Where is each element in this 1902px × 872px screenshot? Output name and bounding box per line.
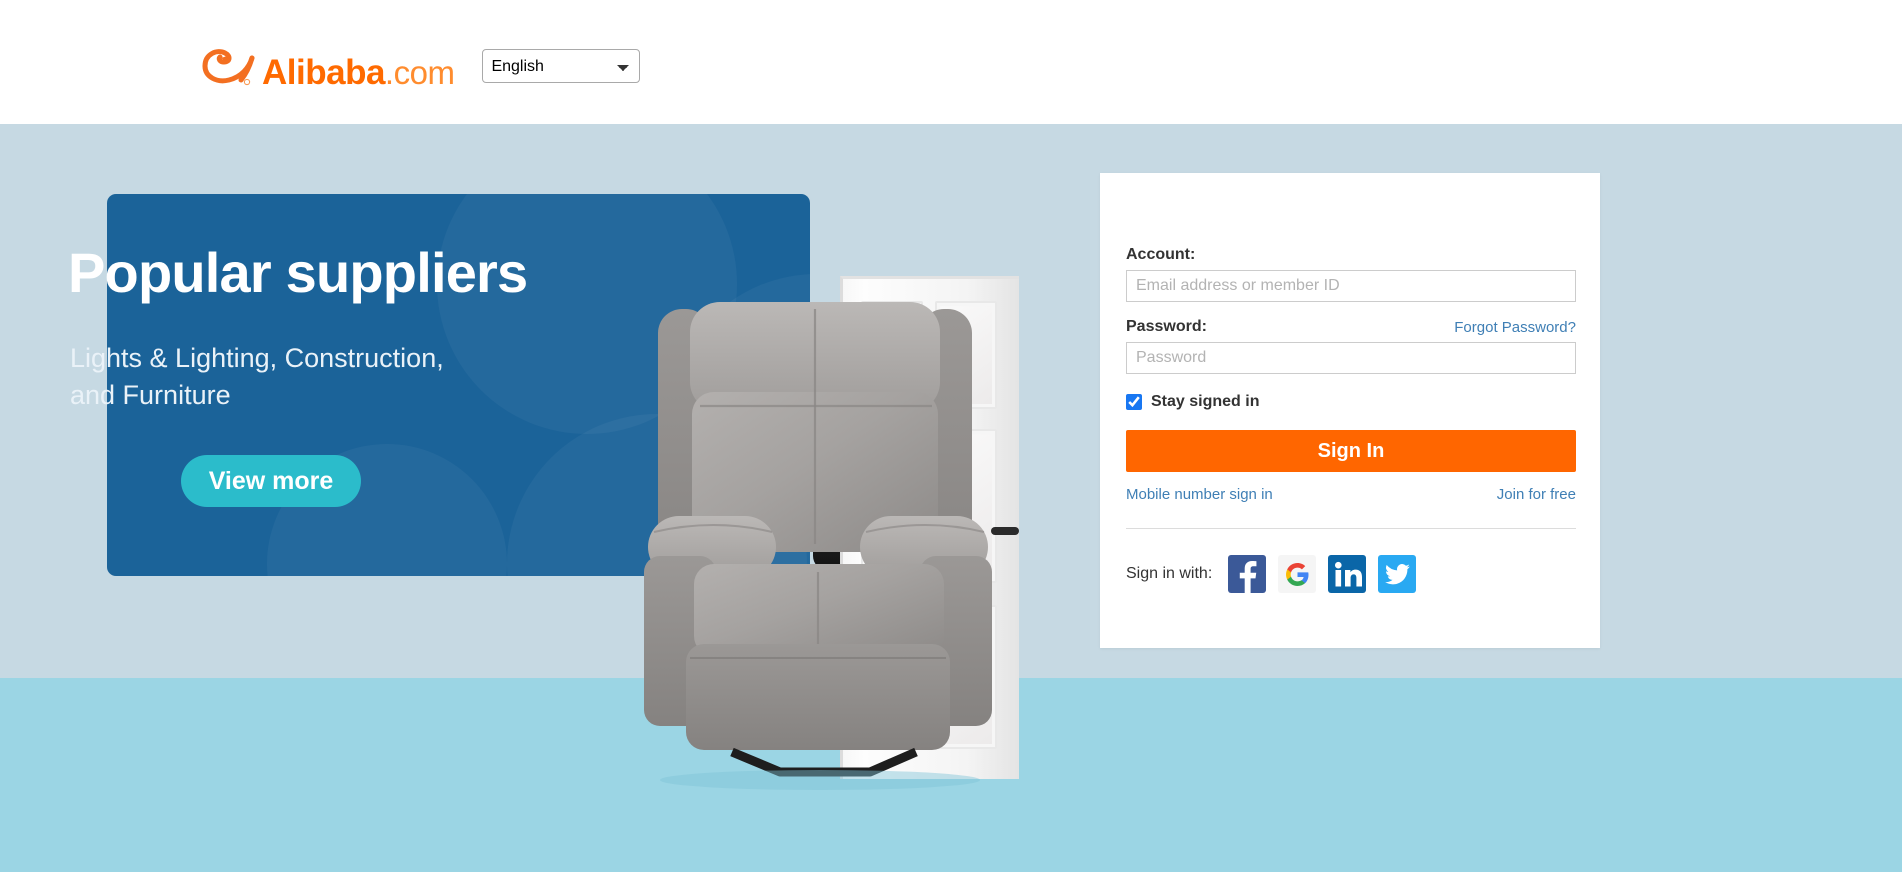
social-signin-label: Sign in with:: [1126, 565, 1213, 582]
logo-wordmark: Alibaba: [262, 53, 385, 92]
logo-tld: .com: [384, 54, 455, 91]
secondary-links-row: Mobile number sign in Join for free: [1126, 486, 1576, 503]
stay-signed-in-row[interactable]: Stay signed in: [1126, 393, 1576, 411]
alibaba-logo[interactable]: Alibaba .com: [197, 40, 455, 92]
promo-subtitle-line1: Lights & Lighting, Construction,: [70, 343, 444, 373]
password-label-row: Password: Forgot Password?: [1126, 318, 1576, 336]
twitter-icon: [1384, 563, 1410, 584]
login-form: Account: Password: Forgot Password? Stay…: [1126, 246, 1576, 593]
login-card: Account: Password: Forgot Password? Stay…: [1100, 173, 1600, 648]
join-for-free-link[interactable]: Join for free: [1497, 486, 1576, 503]
linkedin-icon: [1335, 561, 1363, 587]
stay-signed-in-checkbox[interactable]: [1126, 394, 1142, 410]
twitter-signin-button[interactable]: [1378, 555, 1417, 593]
forgot-password-link[interactable]: Forgot Password?: [1454, 319, 1576, 336]
google-signin-button[interactable]: [1278, 555, 1317, 593]
field-spacer: [1126, 302, 1576, 318]
promo-title: Popular suppliers: [68, 241, 528, 304]
facebook-icon: [1240, 560, 1257, 593]
account-input[interactable]: [1126, 270, 1576, 302]
social-signin-row: Sign in with:: [1126, 555, 1576, 593]
sign-in-button[interactable]: Sign In: [1126, 430, 1576, 472]
linkedin-signin-button[interactable]: [1328, 555, 1367, 593]
section-divider: [1126, 528, 1576, 529]
page-root: Alibaba .com English Popular suppliers L…: [0, 0, 1902, 872]
alibaba-logo-icon: [197, 44, 259, 88]
language-select[interactable]: English: [482, 49, 641, 83]
facebook-signin-button[interactable]: [1228, 555, 1267, 593]
account-label: Account:: [1126, 246, 1196, 263]
view-more-button[interactable]: View more: [181, 455, 361, 507]
google-icon: [1285, 562, 1309, 586]
site-header: Alibaba .com English: [0, 0, 1902, 124]
header-content: Alibaba .com English: [197, 40, 641, 92]
password-input[interactable]: [1126, 342, 1576, 374]
password-label: Password:: [1126, 318, 1207, 335]
promo-subtitle: Lights & Lighting, Construction, and Fur…: [70, 340, 444, 414]
stay-signed-in-label[interactable]: Stay signed in: [1151, 393, 1259, 411]
mobile-number-signin-link[interactable]: Mobile number sign in: [1126, 486, 1273, 503]
background-band-bottom: [0, 678, 1902, 872]
promo-subtitle-line2: and Furniture: [70, 379, 231, 410]
